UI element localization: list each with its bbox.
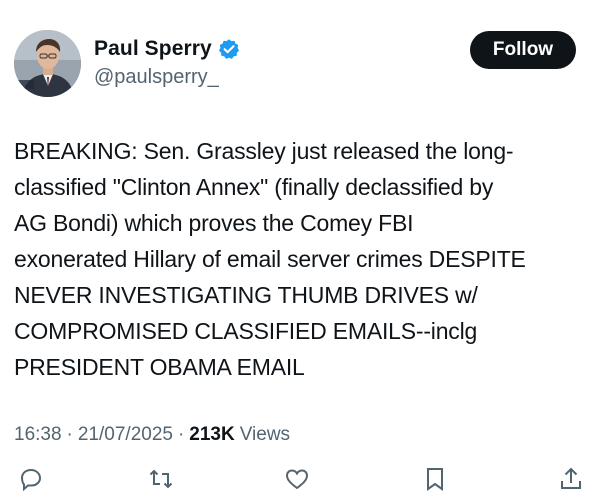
like-icon[interactable] — [284, 466, 310, 492]
author-name-row: Paul Sperry — [94, 34, 240, 64]
follow-button[interactable]: Follow — [470, 31, 576, 69]
profile-photo-icon — [14, 30, 81, 97]
tweet-date[interactable]: 21/07/2025 — [78, 424, 173, 446]
verified-badge-icon — [218, 38, 240, 60]
tweet-time[interactable]: 16:38 — [14, 424, 62, 446]
tweet-meta: 16:38 · 21/07/2025 · 213K Views — [14, 424, 290, 446]
author-handle[interactable]: @paulsperry_ — [94, 66, 240, 89]
retweet-icon[interactable] — [148, 466, 174, 492]
action-bar — [0, 466, 604, 496]
bookmark-icon[interactable] — [422, 466, 448, 492]
author-info: Paul Sperry @paulsperry_ — [94, 34, 240, 89]
views-label: Views — [239, 424, 291, 445]
tweet-card: Paul Sperry @paulsperry_ Follow BREAKING… — [0, 0, 604, 492]
views-count: 213K — [189, 424, 235, 445]
reply-icon[interactable] — [18, 466, 44, 492]
tweet-text: BREAKING: Sen. Grassley just released th… — [14, 138, 526, 380]
avatar[interactable] — [14, 30, 81, 97]
author-display-name[interactable]: Paul Sperry — [94, 37, 212, 61]
meta-separator: · — [177, 424, 185, 445]
meta-separator: · — [66, 424, 73, 445]
share-icon[interactable] — [558, 466, 584, 492]
